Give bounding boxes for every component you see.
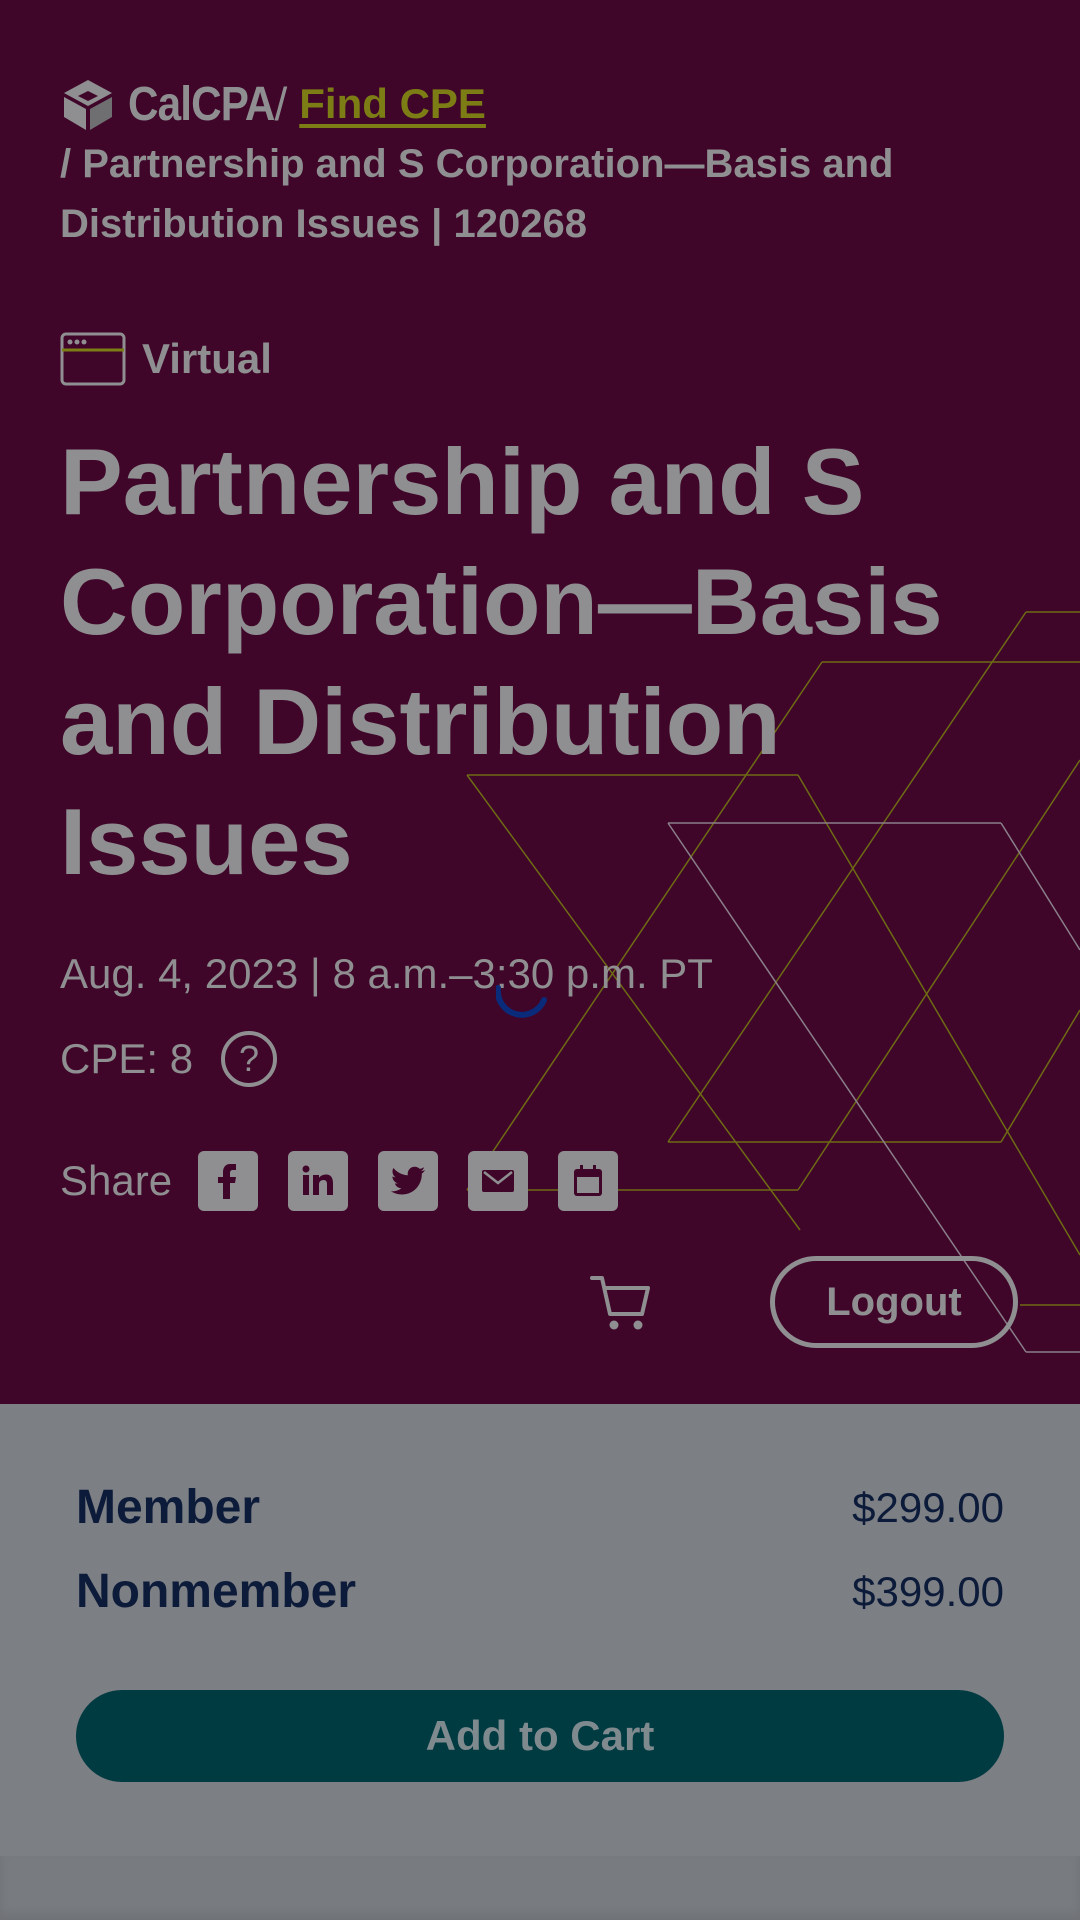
logout-button[interactable]: Logout — [770, 1256, 1018, 1348]
brand-row: CalCPA / Find CPE — [60, 76, 486, 132]
help-icon[interactable]: ? — [221, 1031, 278, 1087]
add-to-cart-button[interactable]: Add to Cart — [76, 1690, 1004, 1782]
share-label: Share — [60, 1157, 173, 1204]
price-label: Member — [76, 1481, 261, 1534]
loading-spinner-icon — [496, 985, 547, 1018]
price-value: $399.00 — [852, 1567, 1004, 1615]
hero-section: CalCPA / Find CPE / Partnership and S Co… — [0, 0, 1080, 1404]
twitter-icon[interactable] — [378, 1151, 439, 1211]
course-dateline: Aug. 4, 2023 | 8 a.m.–3:30 p.m. PT — [60, 950, 713, 997]
cart-icon[interactable] — [590, 1272, 652, 1334]
price-label: Nonmember — [76, 1565, 357, 1618]
cpe-row: CPE: 8 ? — [60, 1028, 278, 1090]
facebook-icon[interactable] — [198, 1151, 259, 1211]
browser-window-icon — [60, 332, 126, 386]
email-icon[interactable] — [468, 1151, 529, 1211]
find-cpe-link[interactable]: Find CPE — [299, 80, 486, 128]
price-row-nonmember: Nonmember $399.00 — [76, 1564, 1004, 1619]
breadcrumb-current: / Partnership and S Corporation—Basis an… — [60, 142, 894, 246]
format-row: Virtual — [60, 332, 272, 386]
calendar-icon[interactable] — [558, 1151, 619, 1211]
pricing-panel — [0, 1404, 1080, 1856]
format-label: Virtual — [142, 335, 272, 382]
share-row: Share — [60, 1150, 648, 1212]
brand-name[interactable]: CalCPA — [128, 77, 275, 132]
footer-strip — [0, 1856, 1080, 1920]
cpe-credits: CPE: 8 — [60, 1035, 194, 1082]
calcpa-logo-icon[interactable] — [60, 76, 116, 132]
price-value: $299.00 — [852, 1483, 1004, 1531]
linkedin-icon[interactable] — [288, 1151, 349, 1211]
breadcrumb-separator: / — [274, 78, 288, 130]
course-title: Partnership and S Corporation—Basis and … — [60, 429, 943, 894]
price-row-member: Member $299.00 — [76, 1480, 1004, 1535]
